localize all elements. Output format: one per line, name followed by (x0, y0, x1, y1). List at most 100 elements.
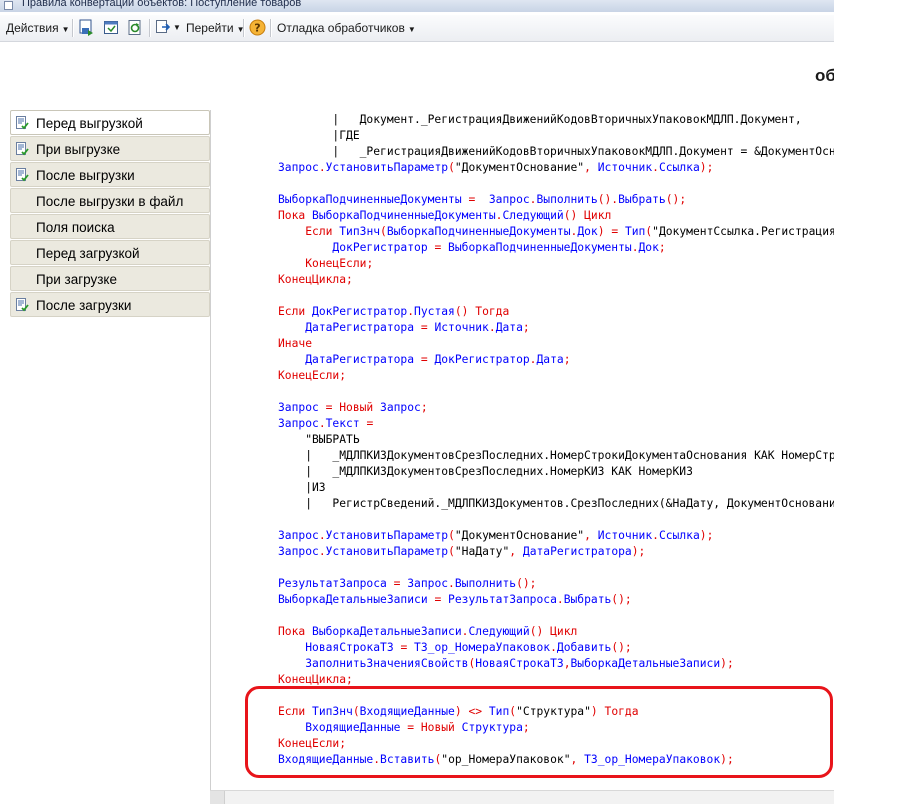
actions-menu[interactable]: Действия ▼ (6, 18, 70, 38)
code-token: "ДокументОснование" (454, 529, 585, 542)
goto-dropdown-arrow[interactable]: ▼ (173, 18, 181, 38)
actions-label: Действия (6, 21, 59, 35)
code-token: Новый (339, 401, 381, 414)
handler-document-icon (16, 298, 29, 312)
code-token: | _МДЛПКИЗДокументовСрезПоследних.НомерС… (278, 449, 834, 462)
code-token: = (393, 641, 415, 654)
code-token: (); (516, 577, 537, 590)
tab-label: Перед выгрузкой (36, 116, 143, 131)
tab-5[interactable]: Перед загрузкой (10, 240, 210, 265)
code-token: Запрос (278, 417, 319, 430)
code-token: . (556, 593, 564, 606)
code-token: , (584, 161, 598, 174)
code-token: Иначе (278, 337, 313, 350)
code-token: , (509, 545, 523, 558)
code-token: () (563, 209, 585, 222)
code-line: КонецЦикла; (278, 272, 834, 288)
code-token: ТЗ_ор_НомераУпаковок (414, 641, 551, 654)
code-token: Запрос (407, 577, 449, 590)
code-token: ; (339, 369, 347, 382)
scroll-left-button[interactable] (210, 791, 225, 804)
tab-1[interactable]: При выгрузке (10, 136, 210, 161)
code-line: Запрос = Новый Запрос; (278, 400, 834, 416)
goto-menu[interactable]: Перейти ▼ (186, 18, 244, 38)
tab-7[interactable]: После загрузки (10, 292, 210, 317)
code-token: Цикл (550, 625, 578, 638)
window-icon (4, 1, 13, 10)
code-token: Цикл (584, 209, 612, 222)
code-token: , (563, 657, 571, 670)
goto-label: Перейти (186, 21, 234, 35)
code-token: = (461, 193, 489, 206)
code-token: УстановитьПараметр (325, 529, 449, 542)
code-token: ВыборкаДетальныеЗаписи (570, 657, 721, 670)
code-token: "ДокументСсылка.РегистрацияДвижений" (652, 225, 834, 238)
code-line: "ВЫБРАТЬ (278, 432, 834, 448)
code-token: "ВЫБРАТЬ (278, 433, 360, 446)
code-token: ); (699, 161, 714, 174)
code-line: |ГДЕ (278, 128, 834, 144)
form-heading: об (815, 66, 834, 85)
code-token: Выполнить (536, 193, 598, 206)
code-line: ДокРегистратор = ВыборкаПодчиненныеДокум… (278, 240, 834, 256)
tab-6[interactable]: При загрузке (10, 266, 210, 291)
code-token: Пока (278, 625, 313, 638)
code-token: Запрос (278, 545, 319, 558)
tab-label: Поля поиска (36, 220, 115, 235)
code-line: | _РегистрацияДвиженийКодовВторичныхУпак… (278, 144, 834, 160)
code-line: ДатаРегистратора = Источник.Дата; (278, 320, 834, 336)
code-token: | Документ._РегистрацияДвиженийКодовВтор… (278, 113, 802, 126)
code-token: ВыборкаПодчиненныеДокументы (448, 241, 632, 254)
code-token: , (584, 529, 598, 542)
code-text[interactable]: | Документ._РегистрацияДвиженийКодовВтор… (278, 112, 834, 768)
handler-document-icon (16, 116, 29, 130)
code-token: Выбрать (618, 193, 666, 206)
code-token: ( (448, 545, 455, 558)
code-token: Текст (325, 417, 360, 430)
tab-0[interactable]: Перед выгрузкой (10, 110, 210, 135)
tab-4[interactable]: Поля поиска (10, 214, 210, 239)
code-token: (). (597, 193, 619, 206)
refresh-icon[interactable] (126, 19, 143, 36)
code-token: ВыборкаДетальныеЗаписи (278, 593, 428, 606)
code-token: . (652, 529, 659, 542)
code-token: Тип (624, 225, 646, 238)
svg-text:?: ? (254, 22, 260, 35)
code-token: (); (611, 641, 632, 654)
code-token: КонецЦикла (278, 673, 347, 686)
code-token: УстановитьПараметр (325, 545, 449, 558)
code-token: . (631, 241, 639, 254)
code-token: ВыборкаПодчиненныеДокументы (312, 209, 496, 222)
code-token: ; (563, 353, 571, 366)
handler-document-icon (16, 168, 29, 182)
code-token: Пока (278, 209, 313, 222)
code-line: |ИЗ (278, 480, 834, 496)
code-token: | РегистрСведений._МДЛПКИЗДокументов.Сре… (305, 497, 834, 510)
code-line: Запрос.УстановитьПараметр("ДокументОснов… (278, 528, 834, 544)
code-token: ; (346, 673, 353, 686)
code-token: Запрос (278, 529, 319, 542)
debug-handlers-menu[interactable]: Отладка обработчиков ▼ (277, 18, 416, 38)
code-token: Ссылка (658, 529, 700, 542)
code-token: () (454, 305, 476, 318)
tab-3[interactable]: После выгрузки в файл (10, 188, 210, 213)
tab-2[interactable]: После выгрузки (10, 162, 210, 187)
code-token: РезультатЗапроса (448, 593, 557, 606)
code-line: Запрос.УстановитьПараметр("ДокументОснов… (278, 160, 834, 176)
help-icon[interactable]: ? (249, 19, 266, 36)
save-and-close-icon[interactable] (78, 19, 95, 36)
code-line: КонецЕсли; (278, 368, 834, 384)
code-token: Источник (434, 321, 489, 334)
code-line: | _МДЛПКИЗДокументовСрезПоследних.НомерС… (278, 448, 834, 464)
code-token: Док (577, 225, 598, 238)
goto-icon[interactable] (155, 19, 172, 36)
window-restore-icon[interactable] (103, 19, 120, 36)
chevron-down-icon: ▼ (407, 25, 416, 34)
code-token: . (550, 641, 557, 654)
horizontal-scrollbar[interactable] (210, 790, 834, 804)
